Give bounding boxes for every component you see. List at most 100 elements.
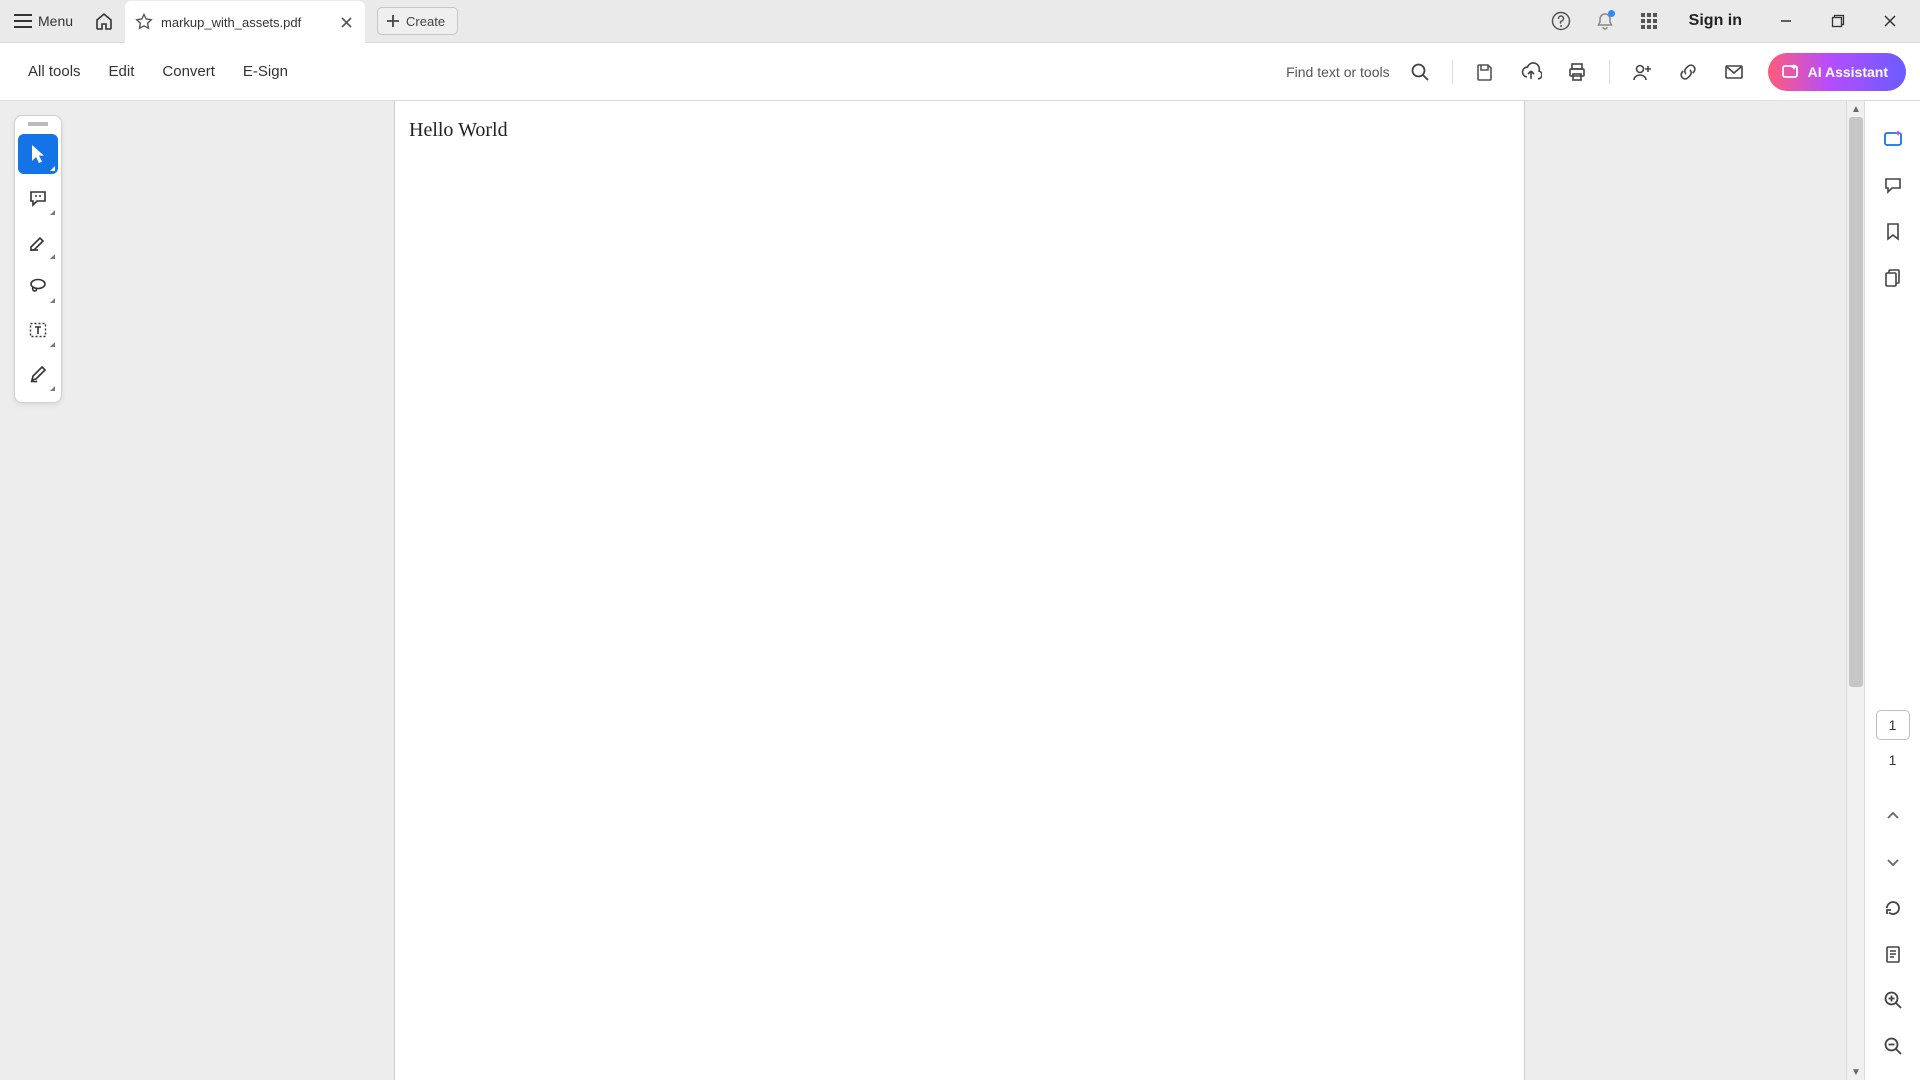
submenu-corner-icon [50,254,55,259]
window-close-button[interactable] [1866,0,1914,43]
menu-label: All tools [28,63,81,80]
print-button[interactable] [1557,52,1597,92]
scroll-track[interactable] [1847,117,1865,1064]
page-layout-icon [1883,944,1903,964]
cloud-upload-button[interactable] [1511,52,1551,92]
tab-title: markup_with_assets.pdf [161,15,301,30]
ai-assistant-button[interactable]: AI Assistant [1768,53,1906,91]
scroll-thumb[interactable] [1849,117,1863,687]
create-button[interactable]: Create [377,7,458,35]
document-tab-active[interactable]: markup_with_assets.pdf [125,1,365,44]
save-icon [1475,62,1495,82]
select-tool-button[interactable] [18,134,58,174]
restore-icon [1831,14,1845,28]
tabbar-right-cluster: Sign in [1541,0,1916,43]
help-button[interactable] [1541,0,1581,43]
rotate-button[interactable] [1873,888,1913,928]
plus-icon [386,14,400,28]
cloud-upload-icon [1520,62,1542,82]
title-tab-bar: Menu markup_with_assets.pdf Create [0,0,1920,43]
page-number-input[interactable]: 1 [1876,710,1910,740]
bookmarks-panel-button[interactable] [1873,211,1913,251]
menu-all-tools[interactable]: All tools [14,53,95,90]
menu-esign[interactable]: E-Sign [229,53,302,90]
search-button[interactable] [1400,52,1440,92]
window-restore-button[interactable] [1814,0,1862,43]
menu-convert[interactable]: Convert [148,53,229,90]
annotation-toolbar[interactable] [14,115,62,403]
highlight-tool-button[interactable] [18,222,58,262]
page-current: 1 [1889,717,1897,733]
draw-tool-button[interactable] [18,266,58,306]
notification-dot-icon [1608,10,1615,17]
zoom-in-button[interactable] [1873,980,1913,1020]
menu-label: E-Sign [243,63,288,80]
comment-icon [28,188,48,208]
menu-label: Menu [38,13,73,29]
cursor-icon [28,143,48,165]
submenu-corner-icon [50,166,55,171]
add-text-tool-button[interactable] [18,310,58,350]
menubar-right-cluster: Find text or tools AI Assistant [1286,52,1906,92]
find-label: Find text or tools [1286,64,1390,80]
zoom-in-icon [1883,990,1903,1010]
hamburger-icon [14,14,32,28]
sign-in-button[interactable]: Sign in [1673,12,1758,30]
lasso-icon [28,276,48,296]
document-page[interactable]: Hello World [394,101,1525,1080]
comment-tool-button[interactable] [18,178,58,218]
text-box-icon [28,320,48,340]
menubar-separator [1452,60,1453,84]
ai-panel-icon [1882,128,1904,150]
pages-icon [1883,267,1903,287]
notifications-button[interactable] [1585,0,1625,43]
chevron-down-icon: ▼ [1851,1067,1861,1078]
workspace: Hello World ▲ ▼ 1 1 [0,101,1920,1080]
menu-label: Convert [162,63,215,80]
menubar-separator [1609,60,1610,84]
page-down-button[interactable] [1873,842,1913,882]
search-icon [1410,62,1430,82]
help-icon [1551,11,1571,31]
chevron-down-icon [1885,854,1901,870]
close-icon [1883,14,1897,28]
apps-button[interactable] [1629,0,1669,43]
signature-icon [28,364,48,384]
save-button[interactable] [1465,52,1505,92]
zoom-out-button[interactable] [1873,1026,1913,1066]
home-button[interactable] [83,0,125,43]
page-display-button[interactable] [1873,934,1913,974]
comments-panel-button[interactable] [1873,165,1913,205]
share-people-button[interactable] [1622,52,1662,92]
tab-close-button[interactable] [340,16,353,29]
hamburger-menu-button[interactable]: Menu [4,0,83,43]
scroll-up-button[interactable]: ▲ [1847,101,1865,117]
share-email-button[interactable] [1714,52,1754,92]
page-total: 1 [1889,752,1897,768]
toolbar-grip-icon[interactable] [28,122,48,126]
menu-label: Edit [109,63,135,80]
scroll-down-button[interactable]: ▼ [1847,1064,1865,1080]
highlighter-icon [28,232,48,252]
right-rail: 1 1 [1864,101,1920,1080]
window-minimize-button[interactable] [1762,0,1810,43]
sign-in-label: Sign in [1689,12,1742,29]
submenu-corner-icon [50,386,55,391]
thumbnails-panel-button[interactable] [1873,257,1913,297]
menu-edit[interactable]: Edit [95,53,149,90]
rail-nav-group [1873,796,1913,1066]
star-icon[interactable] [135,13,153,31]
submenu-corner-icon [50,342,55,347]
share-link-button[interactable] [1668,52,1708,92]
ai-panel-button[interactable] [1873,119,1913,159]
sign-tool-button[interactable] [18,354,58,394]
vertical-scrollbar[interactable]: ▲ ▼ [1846,101,1864,1080]
bookmark-icon [1883,221,1903,241]
chat-icon [1883,175,1903,195]
zoom-out-icon [1883,1036,1903,1056]
mail-icon [1724,62,1744,82]
chevron-up-icon [1885,808,1901,824]
rotate-icon [1883,898,1903,918]
submenu-corner-icon [50,298,55,303]
page-up-button[interactable] [1873,796,1913,836]
